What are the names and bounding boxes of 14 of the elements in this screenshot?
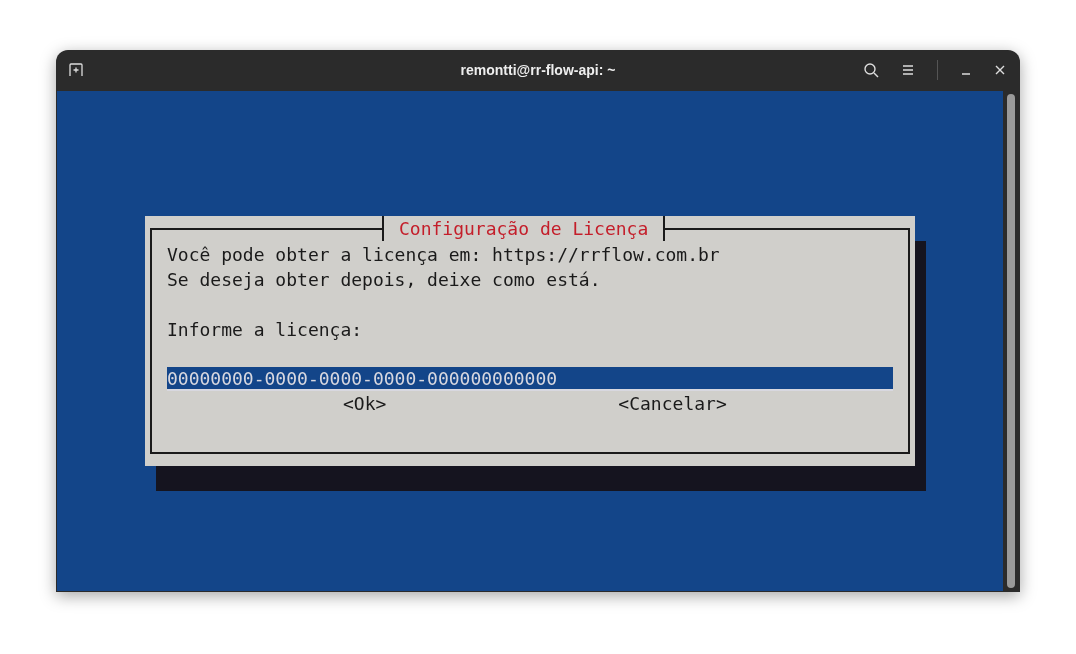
input-field[interactable]: 00000000-0000-0000-0000-000000000000 [167, 367, 893, 391]
search-icon[interactable] [863, 62, 879, 78]
scrollbar-thumb[interactable] [1007, 94, 1015, 588]
window-title: remontti@rr-flow-api: ~ [460, 60, 616, 80]
prompt-label: Informe a licença: [167, 318, 364, 342]
dialog-title: Configuração de Licença [382, 216, 666, 241]
dialog-text: Se deseja obter depois, deixe como está. [167, 268, 602, 292]
close-icon[interactable] [994, 64, 1006, 76]
dialog-button[interactable]: <Ok> [343, 391, 387, 416]
dialog-text: Você pode obter a licença em: https://rrflow.com.br [167, 243, 721, 267]
new-tab-icon [68, 62, 84, 78]
new-tab-button[interactable] [68, 62, 84, 78]
dialog-button[interactable]: <Cancelar> [618, 391, 727, 416]
menu-icon[interactable] [901, 64, 915, 76]
